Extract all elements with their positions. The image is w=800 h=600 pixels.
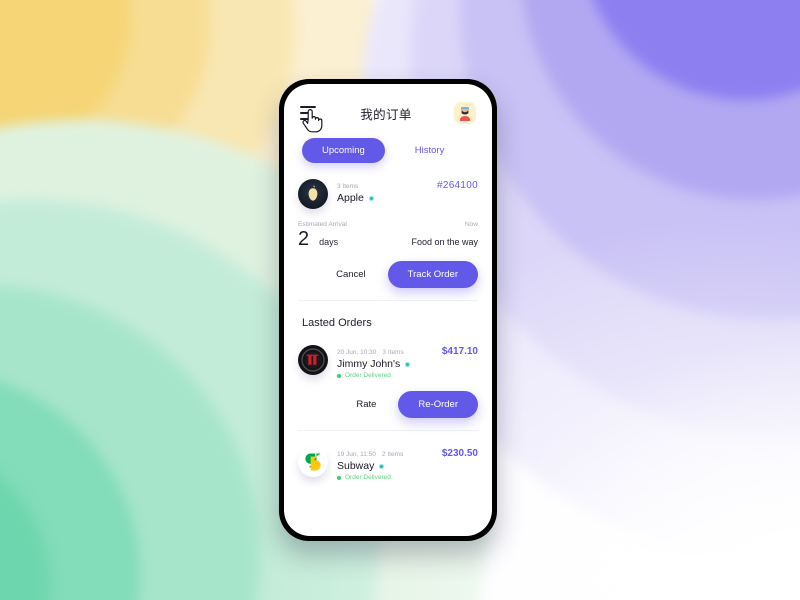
upcoming-shop-row: Apple: [337, 192, 478, 204]
verified-dot-icon: [368, 195, 374, 201]
verified-dot-icon: [379, 463, 385, 469]
order-price: $230.50: [441, 448, 478, 459]
eta-value-group: 2 days: [298, 229, 338, 249]
eta-header-row: Estimated Arrival Now: [298, 221, 478, 228]
past-status-row: Order Delivered: [337, 474, 478, 481]
order-items-count: 2 Items: [381, 451, 404, 458]
past-shop-row: Jimmy John's: [337, 358, 478, 370]
tab-history[interactable]: History: [411, 138, 449, 163]
order-date: 20 Jun, 10:30: [337, 349, 377, 356]
jimmy-johns-logo-icon: [298, 345, 328, 375]
order-tabs: Upcoming History: [284, 124, 492, 163]
eta-days-unit: days: [319, 237, 339, 247]
subway-logo-icon: [298, 447, 328, 477]
upcoming-order-metaline: 3 Items #264100: [337, 180, 478, 191]
past-order-meta: 20 Jun, 10:30 3 Items $417.10 Jimmy John…: [337, 345, 478, 379]
status-badge: Order Delivered: [345, 372, 391, 379]
past-order-metaline: 19 Jun, 11:50 2 Items $230.50: [337, 448, 478, 459]
status-badge: Order Delivered: [345, 474, 391, 481]
track-order-button[interactable]: Track Order: [387, 261, 478, 288]
past-status-row: Order Delivered: [337, 372, 478, 379]
order-date: 19 Jun, 11:50: [337, 451, 376, 458]
avatar-person-glyph: [459, 107, 471, 121]
eta-body-row: 2 days Food on the way: [298, 229, 478, 249]
status-dot-icon: [337, 373, 341, 378]
past-shop-name: Subway: [337, 460, 375, 472]
lasted-orders-title: Lasted Orders: [302, 317, 372, 329]
list-item: 20 Jun, 10:30 3 Items $417.10 Jimmy John…: [298, 345, 478, 431]
phone-screen: 我的订单 Upcoming History 3 Items #264100 Ap…: [284, 84, 492, 536]
upcoming-shop-name: Apple: [337, 192, 364, 204]
upcoming-order-meta: 3 Items #264100 Apple: [337, 179, 478, 204]
subway-glyph: [305, 453, 321, 471]
hamburger-menu-icon[interactable]: [300, 106, 318, 120]
eta-days-value: 2: [298, 228, 310, 250]
list-item: 19 Jun, 11:50 2 Items $230.50 Subway Ord…: [298, 447, 478, 493]
rate-button[interactable]: Rate: [356, 399, 376, 410]
status-dot-icon: [337, 475, 341, 480]
upcoming-order-card: 3 Items #264100 Apple Estimated Arrival …: [298, 179, 478, 301]
past-order-meta: 19 Jun, 11:50 2 Items $230.50 Subway Ord…: [337, 447, 478, 481]
order-items-count: 3 Items: [382, 349, 404, 356]
past-order-header: 19 Jun, 11:50 2 Items $230.50 Subway Ord…: [298, 447, 478, 481]
tab-upcoming[interactable]: Upcoming: [302, 138, 385, 163]
eta-label: Estimated Arrival: [298, 221, 347, 228]
jimmy-johns-glyph: [299, 346, 327, 374]
past-shop-name: Jimmy John's: [337, 358, 401, 370]
upcoming-order-actions: Cancel Track Order: [298, 261, 478, 288]
reorder-button[interactable]: Re-Order: [398, 391, 478, 418]
upcoming-order-header: 3 Items #264100 Apple: [298, 179, 478, 209]
delivery-status-text: Food on the way: [411, 237, 478, 247]
order-number: #264100: [436, 180, 478, 191]
verified-dot-icon: [405, 361, 411, 367]
past-shop-row: Subway: [337, 460, 478, 472]
past-order-header: 20 Jun, 10:30 3 Items $417.10 Jimmy John…: [298, 345, 478, 379]
cancel-button[interactable]: Cancel: [336, 269, 366, 280]
user-avatar-icon[interactable]: [453, 102, 476, 124]
apple-logo-icon: [298, 179, 328, 209]
past-order-actions: Rate Re-Order: [298, 391, 478, 418]
page-title: 我的订单: [360, 107, 412, 122]
phone-frame: 我的订单 Upcoming History 3 Items #264100 Ap…: [279, 79, 497, 541]
apple-glyph: [308, 185, 318, 201]
past-order-metaline: 20 Jun, 10:30 3 Items $417.10: [337, 346, 478, 357]
app-header: 我的订单: [284, 84, 492, 124]
order-price: $417.10: [441, 346, 478, 357]
now-label: Now: [464, 221, 478, 228]
upcoming-items-count: 3 Items: [337, 183, 359, 190]
